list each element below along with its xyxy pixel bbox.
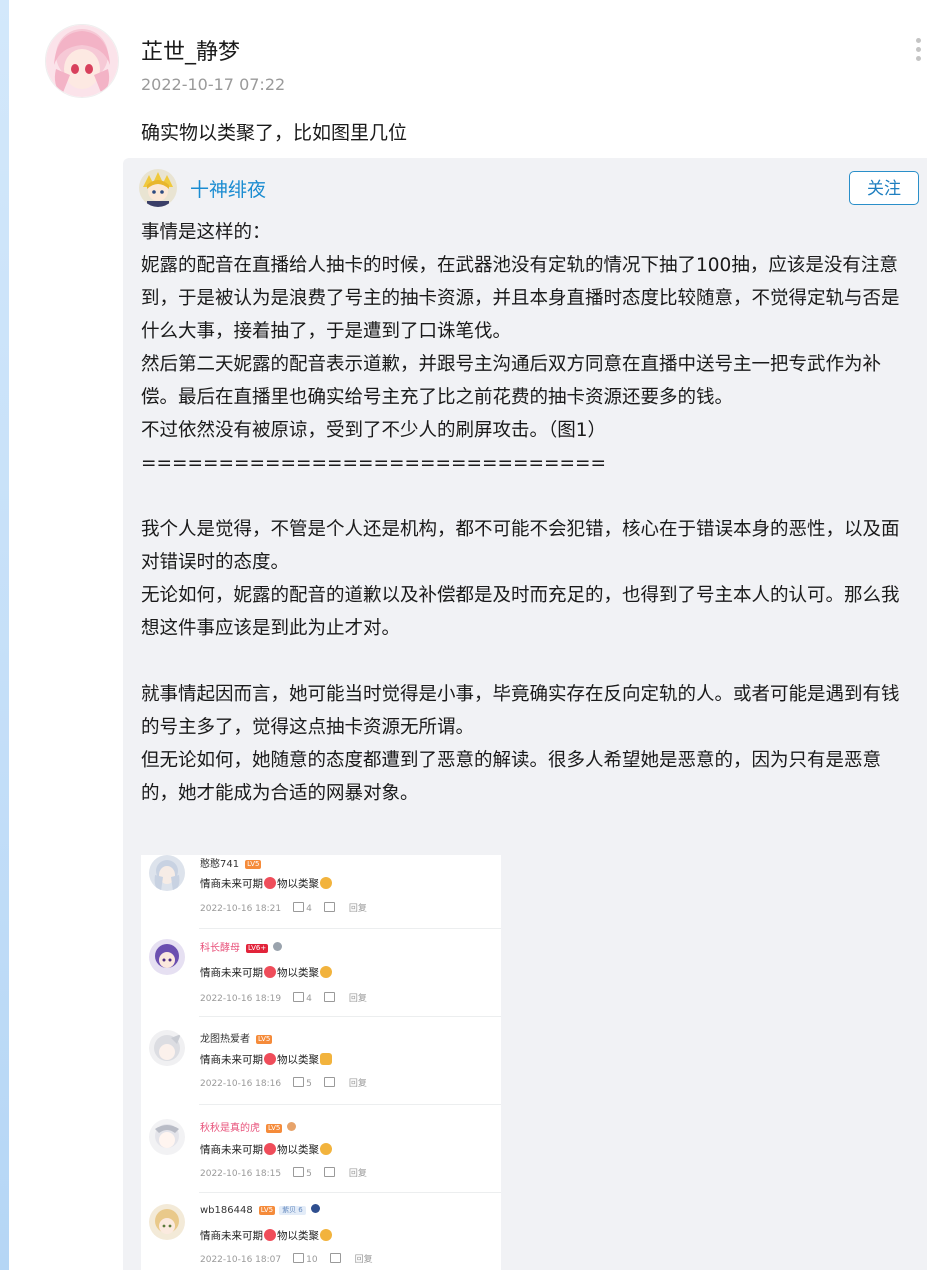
window-left-edge: [0, 0, 9, 1270]
list-item: 龙图热爱者 LV5 情商未来可期 物以类聚 2022-10-16 18:16 5 回复: [141, 1017, 501, 1105]
thumbs-down-icon[interactable]: [323, 902, 335, 912]
level-badge: LV5: [256, 1035, 273, 1044]
reply-link[interactable]: 回复: [349, 1169, 367, 1179]
avatar: [149, 855, 185, 891]
thumbs-up-icon[interactable]: [293, 1253, 305, 1263]
comment-time: 2022-10-16 18:07: [200, 1255, 282, 1265]
medal-icon: [287, 1122, 297, 1131]
username[interactable]: 芷世_静梦: [141, 34, 240, 66]
user-avatar[interactable]: [45, 24, 119, 98]
level-badge: LV5: [266, 1124, 283, 1133]
commenter-name: 科长酵母: [200, 943, 240, 954]
post-timestamp: 2022-10-17 07:22: [141, 75, 286, 94]
reply-link[interactable]: 回复: [349, 904, 367, 914]
reply-link[interactable]: 回复: [355, 1255, 373, 1265]
thumbs-up-icon[interactable]: [293, 992, 305, 1002]
medal-icon: [310, 1204, 320, 1213]
comment-time: 2022-10-16 18:15: [200, 1169, 282, 1179]
level-badge: LV5: [245, 860, 262, 869]
commenter-name: 秋秋是真的虎: [200, 1123, 260, 1134]
follow-button[interactable]: 关注: [849, 171, 919, 205]
like-count: 5: [306, 1079, 312, 1089]
avatar: [149, 1030, 185, 1066]
list-item: wb186448 LV5 紫贝 6 情商未来可期 物以类聚 2022-10-16 18…: [141, 1193, 501, 1270]
comment-text: 情商未来可期: [200, 1054, 263, 1066]
repost-author-name[interactable]: 十神绯夜: [190, 175, 266, 202]
thumbs-down-icon[interactable]: [329, 1253, 341, 1263]
like-count: 10: [306, 1255, 318, 1265]
reposted-post: 十神绯夜 关注 事情是这样的： 妮露的配音在直播给人抽卡的时候，在武器池没有定轨…: [123, 158, 927, 1270]
comment-text-tail: 物以类聚: [277, 1054, 319, 1066]
commenter-name: 龙图热爱者: [200, 1034, 250, 1045]
avatar: [149, 1204, 185, 1240]
like-count: 4: [306, 994, 312, 1004]
comment-text: 情商未来可期: [200, 1144, 263, 1156]
heart-eyes-emoji-icon: [264, 1143, 276, 1155]
thumbs-up-icon[interactable]: [293, 1167, 305, 1177]
list-item: 秋秋是真的虎 LV5 情商未来可期 物以类聚 2022-10-16 18:15 5 回复: [141, 1105, 501, 1193]
blush-emoji-icon: [320, 877, 332, 889]
comment-time: 2022-10-16 18:16: [200, 1079, 282, 1089]
thumbs-down-icon[interactable]: [323, 992, 335, 1002]
heart-eyes-emoji-icon: [264, 966, 276, 978]
comment-text: 情商未来可期: [200, 1230, 263, 1242]
comment-time: 2022-10-16 18:19: [200, 994, 282, 1004]
more-options-icon[interactable]: [913, 38, 923, 68]
post-comment: 确实物以类聚了，比如图里几位: [141, 122, 408, 144]
laugh-emoji-icon: [320, 966, 332, 978]
fan-badge: 紫贝 6: [279, 1206, 306, 1215]
list-item: 科长酵母 LV6+ 情商未来可期 物以类聚 2022-10-16 18:19 4 回复: [141, 929, 501, 1017]
heart-eyes-emoji-icon: [264, 877, 276, 889]
heart-eyes-emoji-icon: [264, 1229, 276, 1241]
comment-text: 情商未来可期: [200, 967, 263, 979]
thumbs-up-icon[interactable]: [293, 902, 305, 912]
reply-link[interactable]: 回复: [349, 994, 367, 1004]
laugh-emoji-icon: [320, 1143, 332, 1155]
heart-eyes-emoji-icon: [264, 1053, 276, 1065]
thumbs-up-icon[interactable]: [293, 1077, 305, 1087]
embedded-comments-image[interactable]: 憨憨741 LV5 情商未来可期 物以类聚 2022-10-16 18:21 4 回复 …: [141, 855, 501, 1270]
medal-icon: [273, 942, 283, 951]
dog-emoji-icon: [320, 1053, 332, 1065]
comment-text-tail: 物以类聚: [277, 1144, 319, 1156]
comment-time: 2022-10-16 18:21: [200, 904, 282, 914]
list-item: 憨憨741 LV5 情商未来可期 物以类聚 2022-10-16 18:21 4 回复: [141, 855, 501, 929]
comment-text-tail: 物以类聚: [277, 967, 319, 979]
surprised-emoji-icon: [320, 1229, 332, 1241]
comment-text-tail: 物以类聚: [277, 1230, 319, 1242]
avatar: [149, 1119, 185, 1155]
like-count: 4: [306, 904, 312, 914]
like-count: 5: [306, 1169, 312, 1179]
commenter-name: wb186448: [200, 1205, 253, 1216]
avatar: [149, 939, 185, 975]
comment-text: 情商未来可期: [200, 878, 263, 890]
thumbs-down-icon[interactable]: [323, 1167, 335, 1177]
thumbs-down-icon[interactable]: [323, 1077, 335, 1087]
reply-link[interactable]: 回复: [349, 1079, 367, 1089]
repost-author-avatar[interactable]: [139, 169, 177, 207]
repost-body-text: 事情是这样的： 妮露的配音在直播给人抽卡的时候，在武器池没有定轨的情况下抽了10…: [141, 222, 900, 804]
level-badge: LV6+: [246, 944, 269, 953]
level-badge: LV5: [258, 1206, 276, 1215]
comment-text-tail: 物以类聚: [277, 878, 319, 890]
commenter-name: 憨憨741: [200, 859, 240, 870]
